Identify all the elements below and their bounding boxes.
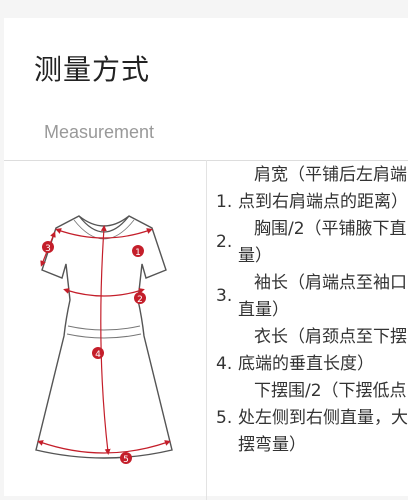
chest-line <box>63 288 145 297</box>
step-text: 衣长（肩颈点至下摆底端的垂直长度） <box>238 327 407 374</box>
step-number: 3. <box>216 286 233 306</box>
step-text: 胸围/2（平铺腋下直量） <box>238 219 407 266</box>
svg-text:4: 4 <box>95 350 101 360</box>
step-number: 5. <box>216 408 233 428</box>
step-hem: 5. 下摆围/2（下摆低点处左侧到右侧直量，大摆弯量） <box>216 378 408 459</box>
marker-5: 5 <box>120 452 132 465</box>
step-number: 4. <box>216 354 233 374</box>
step-shoulder: 1. 肩宽（平铺后左肩端点到右肩端点的距离） <box>216 162 408 216</box>
step-number: 2. <box>216 232 233 252</box>
marker-1: 1 <box>132 245 144 258</box>
length-line <box>100 225 111 455</box>
page-title: 测量方式 <box>34 53 151 86</box>
svg-text:2: 2 <box>137 295 143 305</box>
step-chest: 2. 胸围/2（平铺腋下直量） <box>216 216 408 270</box>
page-subtitle: Measurement <box>44 122 155 142</box>
dress-diagram: 1 2 3 4 5 <box>35 215 173 465</box>
step-text: 肩宽（平铺后左肩端点到右肩端点的距离） <box>238 165 408 212</box>
measurement-card: 测量方式 Measurement 1 2 3 4 5 1. 肩宽（平铺后左肩端点… <box>4 18 408 500</box>
marker-3: 3 <box>42 241 54 254</box>
step-text: 袖长（肩端点至袖口直量） <box>238 273 407 320</box>
step-text: 下摆围/2（下摆低点处左侧到右侧直量，大摆弯量） <box>238 381 408 455</box>
marker-4: 4 <box>92 347 104 360</box>
step-length: 4. 衣长（肩颈点至下摆底端的垂直长度） <box>216 324 408 378</box>
hem-line <box>37 440 171 454</box>
dress-outline <box>35 215 173 459</box>
step-number: 1. <box>216 192 233 212</box>
measurement-steps: 1. 肩宽（平铺后左肩端点到右肩端点的距离） 2. 胸围/2（平铺腋下直量） 3… <box>216 160 408 459</box>
svg-text:3: 3 <box>45 244 51 254</box>
column-divider <box>206 160 207 500</box>
step-sleeve: 3. 袖长（肩端点至袖口直量） <box>216 270 408 324</box>
marker-2: 2 <box>134 292 146 305</box>
svg-text:1: 1 <box>135 248 141 258</box>
svg-text:5: 5 <box>123 455 129 465</box>
waist-seam <box>67 325 141 331</box>
